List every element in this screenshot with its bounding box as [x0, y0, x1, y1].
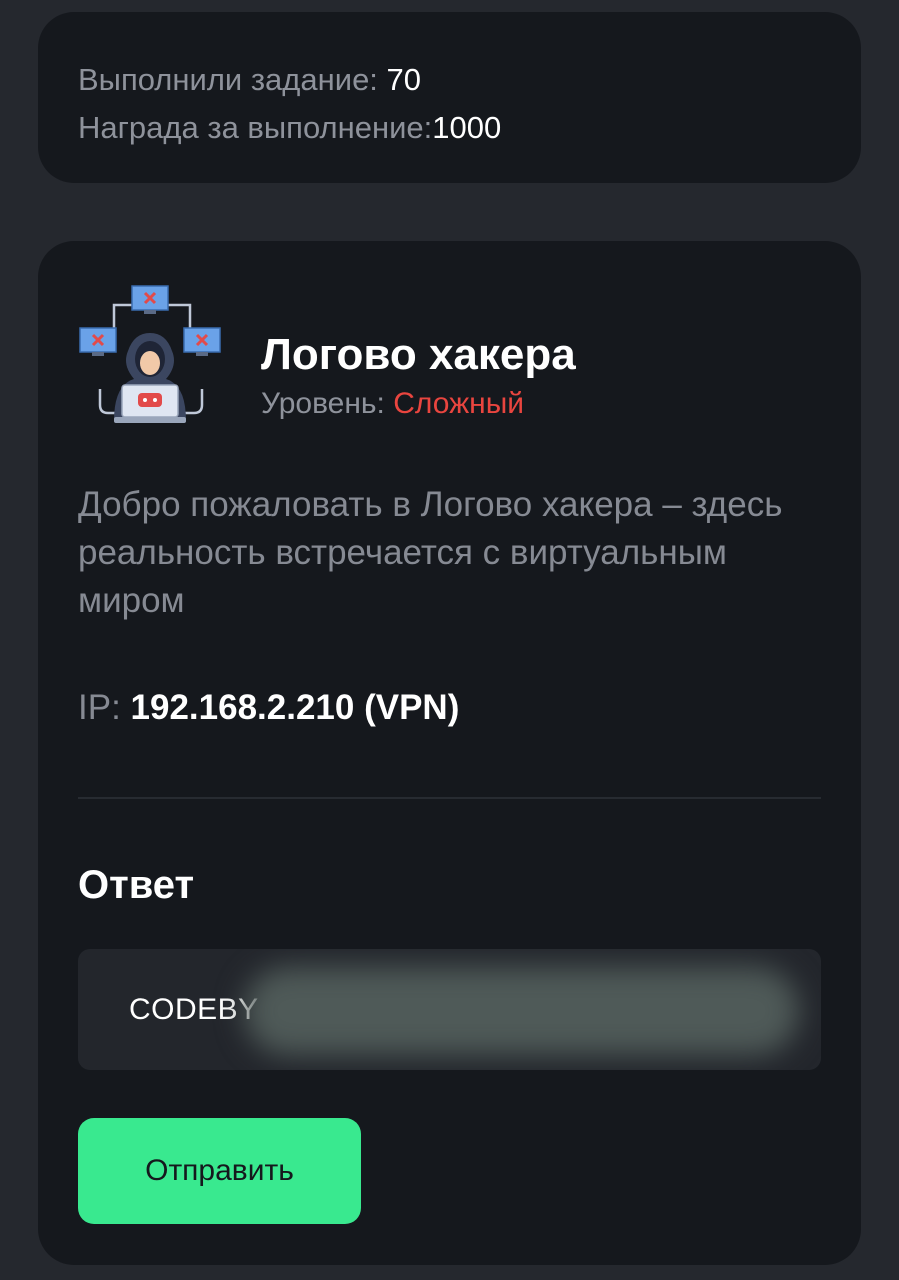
- ip-value: 192.168.2.210 (VPN): [130, 688, 460, 727]
- reward-stat: Награда за выполнение:1000: [78, 104, 861, 152]
- stats-card: Выполнили задание: 70 Награда за выполне…: [38, 12, 861, 183]
- task-card: Логово хакера Уровень: Сложный Добро пож…: [38, 241, 861, 1265]
- completed-value: 70: [386, 62, 422, 97]
- answer-input[interactable]: CODEBY: [78, 949, 821, 1070]
- redaction-blur: [244, 967, 799, 1055]
- reward-label: Награда за выполнение:: [78, 110, 433, 145]
- task-title: Логово хакера: [261, 330, 576, 379]
- ip-label: IP:: [78, 688, 131, 727]
- hacker-icon: [78, 281, 224, 427]
- submit-button[interactable]: Отправить: [78, 1118, 361, 1224]
- divider: [78, 797, 821, 799]
- completed-stat: Выполнили задание: 70: [78, 56, 861, 104]
- level-value: Сложный: [393, 387, 525, 420]
- reward-value: 1000: [432, 110, 502, 145]
- answer-text: CODEBY: [129, 992, 259, 1026]
- task-description: Добро пожаловать в Логово хакера – здесь…: [78, 485, 783, 620]
- answer-heading: Ответ: [78, 863, 195, 907]
- task-level: Уровень: Сложный: [261, 384, 524, 424]
- completed-label: Выполнили задание:: [78, 62, 387, 97]
- level-label: Уровень:: [261, 387, 394, 420]
- ip-line: IP: 192.168.2.210 (VPN): [78, 684, 459, 732]
